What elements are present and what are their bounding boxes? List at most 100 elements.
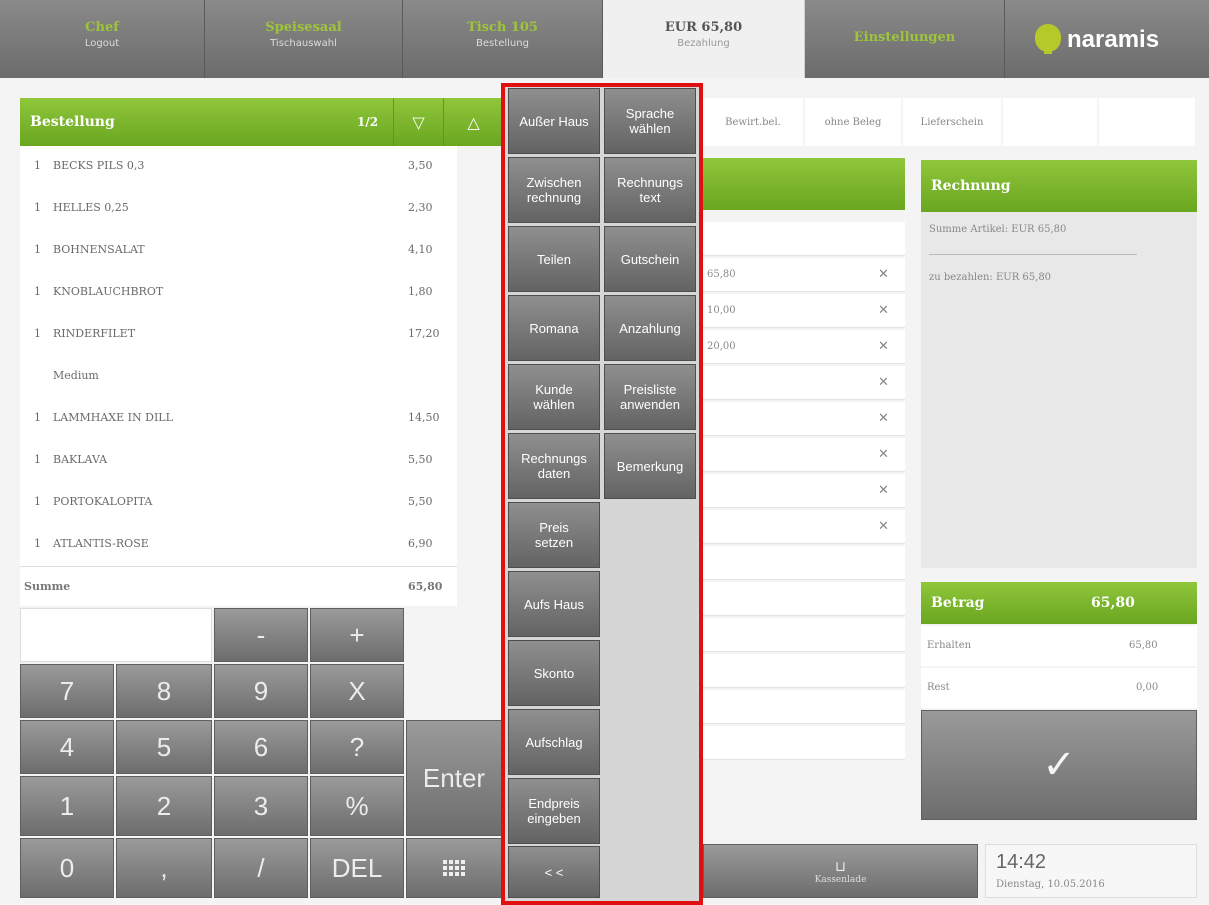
key-2[interactable]: 2 bbox=[116, 776, 212, 836]
minus-button[interactable]: - bbox=[214, 608, 308, 662]
payment-tab-empty-1[interactable] bbox=[1003, 98, 1097, 146]
nav-tab-title: Tisch 105 bbox=[467, 20, 538, 35]
nav-tab-chef[interactable]: Chef Logout bbox=[0, 0, 205, 78]
order-item-name: PORTOKALOPITA bbox=[53, 495, 153, 508]
payment-row[interactable] bbox=[703, 222, 905, 256]
order-row[interactable]: 1 PORTOKALOPITA 5,50 bbox=[20, 482, 457, 524]
payment-row[interactable]: ✕ bbox=[703, 510, 905, 544]
menu-button-endpreis-eingeben[interactable]: Endpreis eingeben bbox=[508, 778, 600, 844]
order-qty: 1 bbox=[34, 495, 41, 508]
payment-row-empty[interactable] bbox=[703, 582, 905, 616]
payment-row[interactable]: ✕ bbox=[703, 438, 905, 472]
key-4[interactable]: 4 bbox=[20, 720, 114, 774]
menu-button-preis-setzen[interactable]: Preis setzen bbox=[508, 502, 600, 568]
payment-tab-ohne-beleg[interactable]: ohne Beleg bbox=[805, 98, 901, 146]
payment-row[interactable]: 65,80 ✕ bbox=[703, 258, 905, 292]
menu-button-romana[interactable]: Romana bbox=[508, 295, 600, 361]
remove-icon[interactable]: ✕ bbox=[878, 339, 889, 354]
payment-row[interactable]: 20,00 ✕ bbox=[703, 330, 905, 364]
nav-tab-bezahlung[interactable]: EUR 65,80 Bezahlung bbox=[603, 0, 805, 78]
order-row[interactable]: 1 HELLES 0,25 2,30 bbox=[20, 188, 457, 230]
menu-button-skonto[interactable]: Skonto bbox=[508, 640, 600, 706]
nav-tab-tisch[interactable]: Tisch 105 Bestellung bbox=[403, 0, 603, 78]
nav-tab-einstellungen[interactable]: Einstellungen bbox=[805, 0, 1005, 78]
order-row[interactable]: 1 BAKLAVA 5,50 bbox=[20, 440, 457, 482]
nav-tab-subtitle: Tischauswahl bbox=[270, 38, 337, 49]
menu-button-rechnungs-daten[interactable]: Rechnungs daten bbox=[508, 433, 600, 499]
remove-icon[interactable]: ✕ bbox=[878, 519, 889, 534]
key-6[interactable]: 6 bbox=[214, 720, 308, 774]
remove-icon[interactable]: ✕ bbox=[878, 375, 889, 390]
enter-button[interactable]: Enter bbox=[406, 720, 502, 836]
order-row[interactable]: 1 BECKS PILS 0,3 3,50 bbox=[20, 146, 457, 188]
order-item-name: BOHNENSALAT bbox=[53, 243, 145, 256]
order-row[interactable]: 1 RINDERFILET 17,20 bbox=[20, 314, 457, 356]
invoice-to-pay: zu bezahlen: EUR 65,80 bbox=[929, 272, 1052, 283]
plus-button[interactable]: + bbox=[310, 608, 404, 662]
order-row[interactable]: 1 ATLANTIS-ROSE 6,90 bbox=[20, 524, 457, 566]
payment-tab-lieferschein[interactable]: Lieferschein bbox=[903, 98, 1001, 146]
payment-tab-empty-2[interactable] bbox=[1099, 98, 1195, 146]
payment-tab-bewirt[interactable]: Bewirt.bel. bbox=[703, 98, 803, 146]
key-comma[interactable]: , bbox=[116, 838, 212, 898]
menu-button-gutschein[interactable]: Gutschein bbox=[604, 226, 696, 292]
menu-back-button[interactable]: < < bbox=[508, 846, 600, 898]
key-percent[interactable]: % bbox=[310, 776, 404, 836]
order-item-price: 1,80 bbox=[408, 285, 433, 298]
page-up-button[interactable]: △ bbox=[443, 98, 503, 146]
key-8[interactable]: 8 bbox=[116, 664, 212, 718]
grid-keyboard-button[interactable] bbox=[406, 838, 502, 898]
menu-button-zwischen-rechnung[interactable]: Zwischen rechnung bbox=[508, 157, 600, 223]
nav-tab-title: Einstellungen bbox=[853, 30, 956, 45]
menu-button-bemerkung[interactable]: Bemerkung bbox=[604, 433, 696, 499]
menu-button-sprache-wählen[interactable]: Sprache wählen bbox=[604, 88, 696, 154]
payment-row-empty[interactable] bbox=[703, 690, 905, 724]
confirm-payment-button[interactable]: ✓ bbox=[921, 710, 1197, 820]
payment-row-empty[interactable] bbox=[703, 546, 905, 580]
remove-icon[interactable]: ✕ bbox=[878, 411, 889, 426]
menu-button-teilen[interactable]: Teilen bbox=[508, 226, 600, 292]
key-7[interactable]: 7 bbox=[20, 664, 114, 718]
key-slash[interactable]: / bbox=[214, 838, 308, 898]
menu-button-anzahlung[interactable]: Anzahlung bbox=[604, 295, 696, 361]
payment-row[interactable]: ✕ bbox=[703, 474, 905, 508]
key-0[interactable]: 0 bbox=[20, 838, 114, 898]
key-9[interactable]: 9 bbox=[214, 664, 308, 718]
nav-tab-speisesaal[interactable]: Speisesaal Tischauswahl bbox=[205, 0, 403, 78]
remove-icon[interactable]: ✕ bbox=[878, 303, 889, 318]
menu-button-rechnungs-text[interactable]: Rechnungs text bbox=[604, 157, 696, 223]
payment-row-empty[interactable] bbox=[703, 654, 905, 688]
payment-row[interactable]: 10,00 ✕ bbox=[703, 294, 905, 328]
order-row[interactable]: 1 BOHNENSALAT 4,10 bbox=[20, 230, 457, 272]
menu-button-preisliste-anwenden[interactable]: Preisliste anwenden bbox=[604, 364, 696, 430]
order-row[interactable]: Medium bbox=[20, 356, 457, 398]
menu-button-aufschlag[interactable]: Aufschlag bbox=[508, 709, 600, 775]
remove-icon[interactable]: ✕ bbox=[878, 267, 889, 282]
order-item-price: 17,20 bbox=[408, 327, 440, 340]
key-delete[interactable]: DEL bbox=[310, 838, 404, 898]
key-x[interactable]: X bbox=[310, 664, 404, 718]
nav-tab-title: EUR 65,80 bbox=[664, 20, 743, 35]
order-item-price: 6,90 bbox=[408, 537, 433, 550]
menu-button-außer-haus[interactable]: Außer Haus bbox=[508, 88, 600, 154]
key-5[interactable]: 5 bbox=[116, 720, 212, 774]
key-1[interactable]: 1 bbox=[20, 776, 114, 836]
order-row[interactable]: 1 LAMMHAXE IN DILL 14,50 bbox=[20, 398, 457, 440]
page-down-button[interactable]: ▽ bbox=[393, 98, 443, 146]
payment-row-empty[interactable] bbox=[703, 726, 905, 760]
keypad-display-input[interactable] bbox=[20, 608, 212, 662]
cashdrawer-button[interactable]: ⊔ Kassenlade bbox=[703, 844, 978, 898]
nav-tab-title: Chef bbox=[85, 20, 119, 35]
payment-row[interactable]: ✕ bbox=[703, 366, 905, 400]
chevron-up-icon: △ bbox=[467, 112, 480, 132]
remove-icon[interactable]: ✕ bbox=[878, 447, 889, 462]
order-row[interactable]: 1 KNOBLAUCHBROT 1,80 bbox=[20, 272, 457, 314]
key-question[interactable]: ? bbox=[310, 720, 404, 774]
payment-row-empty[interactable] bbox=[703, 618, 905, 652]
key-3[interactable]: 3 bbox=[214, 776, 308, 836]
brand-logo: naramis bbox=[1005, 0, 1209, 78]
remove-icon[interactable]: ✕ bbox=[878, 483, 889, 498]
menu-button-aufs-haus[interactable]: Aufs Haus bbox=[508, 571, 600, 637]
menu-button-kunde-wählen[interactable]: Kunde wählen bbox=[508, 364, 600, 430]
payment-row[interactable]: ✕ bbox=[703, 402, 905, 436]
